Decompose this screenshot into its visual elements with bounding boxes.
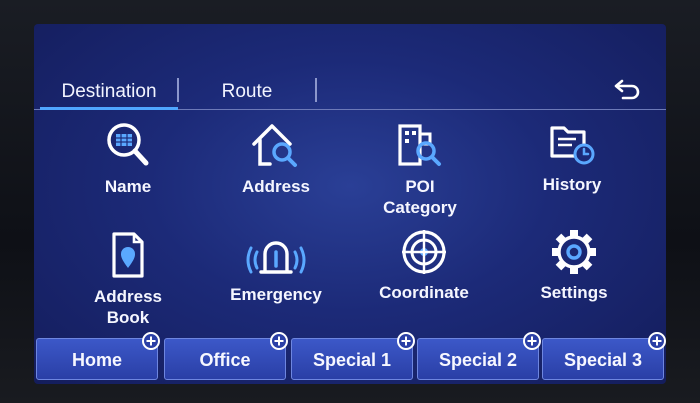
tab-bar: Destination Route: [34, 68, 666, 110]
favorite-home-label: Home: [71, 350, 122, 370]
favorites-bar: Home Office Special 1 Special 2 Special …: [34, 332, 666, 384]
tab-destination-label: Destination: [61, 81, 157, 102]
favorite-office-label: Office: [199, 350, 251, 370]
menu-history[interactable]: History: [502, 120, 642, 195]
plus-circle-icon[interactable]: [141, 331, 161, 351]
menu-address[interactable]: Address: [206, 120, 346, 197]
menu-poi-label-line2: Category: [383, 198, 457, 217]
tab-route[interactable]: Route: [182, 76, 312, 108]
tab-destination[interactable]: Destination: [40, 76, 178, 110]
favorite-special2-label: Special 2: [438, 350, 518, 370]
target-icon: [402, 230, 446, 274]
active-tab-indicator: [40, 107, 178, 110]
menu-address-book-line1: Address: [93, 287, 163, 306]
navigation-screen: Destination Route Name Address POI Categ…: [34, 24, 666, 384]
back-arrow-icon: [614, 79, 640, 100]
menu-poi-label-line1: POI: [405, 177, 435, 196]
menu-address-book[interactable]: Address Book: [58, 230, 198, 328]
emergency-light-icon: [246, 241, 306, 274]
tab-divider: [315, 78, 317, 102]
plus-circle-icon[interactable]: [522, 331, 542, 351]
favorite-office-button[interactable]: Office: [164, 332, 288, 380]
house-magnifier-icon: [252, 124, 297, 167]
gear-icon: [552, 230, 596, 274]
tab-divider: [177, 78, 179, 102]
menu-poi-category[interactable]: POI Category: [350, 120, 490, 218]
magnifier-icon: [107, 123, 149, 166]
menu-settings[interactable]: Settings: [504, 228, 644, 303]
plus-circle-icon[interactable]: [269, 331, 289, 351]
menu-name-label: Name: [104, 177, 152, 196]
favorite-special2-button[interactable]: Special 2: [417, 332, 541, 380]
menu-name[interactable]: Name: [58, 120, 198, 197]
folder-clock-icon: [550, 126, 595, 165]
plus-circle-icon[interactable]: [647, 331, 666, 351]
favorite-special3-label: Special 3: [563, 350, 643, 370]
menu-coordinate-label: Coordinate: [379, 283, 469, 302]
menu-emergency[interactable]: Emergency: [206, 230, 346, 305]
favorite-special1-label: Special 1: [312, 350, 392, 370]
plus-circle-icon[interactable]: [396, 331, 416, 351]
menu-history-label: History: [542, 175, 602, 194]
menu-coordinate[interactable]: Coordinate: [354, 228, 494, 303]
menu-settings-label: Settings: [540, 283, 608, 302]
favorite-special3-button[interactable]: Special 3: [542, 332, 666, 380]
menu-address-book-line2: Book: [106, 308, 150, 327]
back-button[interactable]: [608, 72, 648, 106]
tab-route-label: Route: [221, 81, 273, 102]
building-magnifier-icon: [398, 124, 441, 166]
menu-emergency-label: Emergency: [230, 285, 322, 304]
menu-address-label: Address: [241, 177, 311, 196]
contact-card-icon: [112, 232, 144, 278]
favorite-special1-button[interactable]: Special 1: [291, 332, 415, 380]
favorite-home-button[interactable]: Home: [36, 332, 160, 380]
